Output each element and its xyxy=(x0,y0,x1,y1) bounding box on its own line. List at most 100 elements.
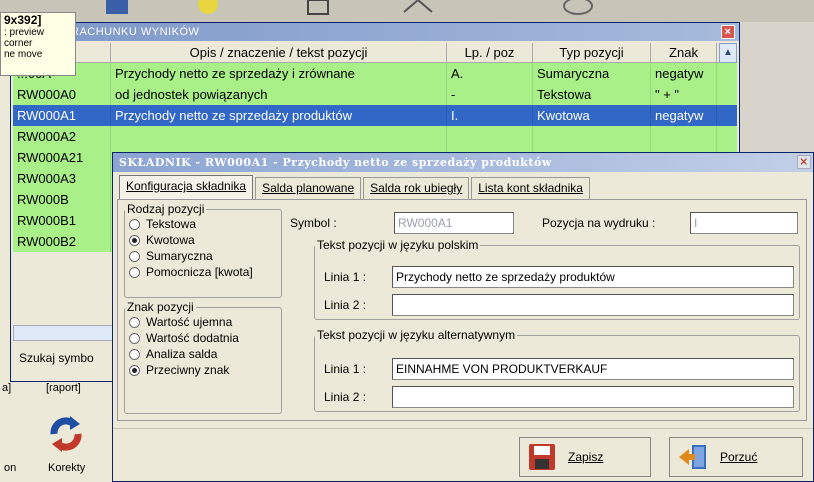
column-header[interactable]: Typ pozycji xyxy=(533,43,651,63)
radio-button-icon[interactable] xyxy=(129,234,140,246)
korekty-label[interactable]: Korekty xyxy=(48,462,85,474)
cell-znak: negatyw xyxy=(651,105,717,126)
tab-konfiguracja[interactable]: Konfiguracja składnika xyxy=(119,175,254,199)
tab-salda-planowane[interactable]: Salda planowane xyxy=(255,177,362,199)
cell-lp: A. xyxy=(447,63,533,84)
radio-pomocnicza-kwota-[interactable]: Pomocnicza [kwota] xyxy=(129,264,281,280)
dialog-titlebar[interactable]: SKŁADNIK - RW000A1 - Przychody netto ze … xyxy=(113,153,813,172)
horizontal-scrollbar[interactable] xyxy=(13,325,113,341)
grid-header: BOL Opis / znaczenie / tekst pozycji Lp.… xyxy=(13,43,737,63)
znak-group: Znak pozycji Wartość ujemna Wartość dodat… xyxy=(124,300,282,414)
table-row[interactable]: RW000A2 xyxy=(13,126,737,147)
cell-typ: Kwotowa xyxy=(533,105,651,126)
alt-legend: Tekst pozycji w języku alternatywnym xyxy=(317,328,516,342)
tab-lista-kont[interactable]: Lista kont składnika xyxy=(471,177,590,199)
linia1-label: Linia 1 : xyxy=(324,270,367,284)
cell-znak xyxy=(651,126,717,147)
radio-label: Analiza salda xyxy=(146,347,218,361)
radio-button-icon[interactable] xyxy=(129,266,140,278)
cell-znak: negatyw xyxy=(651,63,717,84)
raport-label[interactable]: [raport] xyxy=(46,382,81,394)
cell-symbol: RW000A3 xyxy=(13,168,111,189)
toolbar-icon[interactable] xyxy=(560,0,596,20)
polish-line1-input[interactable]: Przychody netto ze sprzedaży produktów xyxy=(392,266,794,288)
table-row[interactable]: RW000A0 od jednostek powiązanych - Tekstowa… xyxy=(13,84,737,105)
side-label: a] xyxy=(2,382,12,394)
radio-tekstowa[interactable]: Tekstowa xyxy=(129,216,281,232)
floppy-icon xyxy=(529,444,555,470)
pozycja-label: Pozycja na wydruku : xyxy=(542,216,656,230)
close-icon[interactable]: × xyxy=(797,155,811,169)
side-label: on xyxy=(4,462,17,474)
toolbar-icon[interactable] xyxy=(100,0,136,20)
cancel-label: Porzuć xyxy=(720,450,758,464)
refresh-icon[interactable] xyxy=(44,412,88,456)
radio-warto-ujemna[interactable]: Wartość ujemna xyxy=(129,314,281,330)
table-row[interactable]: RW000A1 Przychody netto ze sprzedaży prod… xyxy=(13,105,737,126)
radio-kwotowa[interactable]: Kwotowa xyxy=(129,232,281,248)
radio-label: Tekstowa xyxy=(146,217,197,231)
radio-button-icon[interactable] xyxy=(129,332,140,344)
symbol-label: Symbol : xyxy=(290,216,337,230)
radio-label: Przeciwny znak xyxy=(146,363,230,377)
cell-symbol: RW000A21 xyxy=(13,147,111,168)
radio-button-icon[interactable] xyxy=(129,218,140,230)
linia2-label: Linia 2 : xyxy=(324,390,367,404)
cell-opis: Przychody netto ze sprzedaży produktów xyxy=(111,105,447,126)
background-toolbar xyxy=(0,0,814,22)
pozycja-field[interactable]: I xyxy=(690,212,798,234)
radio-analiza-salda[interactable]: Analiza salda xyxy=(129,346,281,362)
symbol-field: RW000A1 xyxy=(394,212,514,234)
results-title: RACHUNKU WYNIKÓW xyxy=(71,26,200,38)
cell-symbol: RW000A0 xyxy=(13,84,111,105)
radio-label: Sumaryczna xyxy=(146,249,213,263)
preview-hint: 9x392] : preview corner ne move xyxy=(0,12,76,76)
alt-line2-input[interactable] xyxy=(392,386,794,408)
radio-sumaryczna[interactable]: Sumaryczna xyxy=(129,248,281,264)
hint-title: 9x392] xyxy=(4,13,42,27)
radio-button-icon[interactable] xyxy=(129,348,140,360)
znak-legend: Znak pozycji xyxy=(127,300,194,314)
rodzaj-legend: Rodzaj pozycji xyxy=(127,202,205,216)
divider xyxy=(113,428,813,429)
scroll-up-icon[interactable]: ▲ xyxy=(719,43,737,63)
cell-opis: od jednostek powiązanych xyxy=(111,84,447,105)
radio-przeciwny-znak[interactable]: Przeciwny znak xyxy=(129,362,281,378)
cell-symbol: RW000B1 xyxy=(13,210,111,231)
radio-button-icon[interactable] xyxy=(129,364,140,376)
toolbar-icon[interactable] xyxy=(300,0,336,20)
cell-lp xyxy=(447,126,533,147)
hint-line: ne move xyxy=(4,49,43,60)
toolbar-icon[interactable] xyxy=(190,0,226,20)
hint-line: : preview xyxy=(4,27,45,38)
component-dialog: SKŁADNIK - RW000A1 - Przychody netto ze … xyxy=(112,152,814,482)
cancel-button[interactable]: Porzuć xyxy=(669,437,803,477)
radio-label: Wartość dodatnia xyxy=(146,331,239,345)
column-header[interactable]: Opis / znaczenie / tekst pozycji xyxy=(111,43,447,63)
cell-symbol: RW000A1 xyxy=(13,105,111,126)
rodzaj-group: Rodzaj pozycji Tekstowa Kwotowa Sumaryczna… xyxy=(124,202,282,298)
alt-line1-input[interactable]: EINNAHME VON PRODUKTVERKAUF xyxy=(392,358,794,380)
column-header[interactable]: Znak xyxy=(651,43,717,63)
cell-symbol: RW000B xyxy=(13,189,111,210)
table-row[interactable]: ...00APrzychody netto ze sprzedaży i zró… xyxy=(13,63,737,84)
tab-bar: Konfiguracja składnika Salda planowane S… xyxy=(119,175,592,199)
radio-warto-dodatnia[interactable]: Wartość dodatnia xyxy=(129,330,281,346)
radio-label: Wartość ujemna xyxy=(146,315,233,329)
tab-salda-rok-ubiegly[interactable]: Salda rok ubiegły xyxy=(363,177,470,199)
radio-button-icon[interactable] xyxy=(129,316,140,328)
column-header[interactable]: Lp. / poz xyxy=(447,43,533,63)
cell-lp: - xyxy=(447,84,533,105)
results-titlebar[interactable]: RACHUNKU WYNIKÓW × xyxy=(11,23,739,41)
cell-opis xyxy=(111,126,447,147)
polish-legend: Tekst pozycji w języku polskim xyxy=(317,238,479,252)
config-panel: Rodzaj pozycji Tekstowa Kwotowa Sumaryczna… xyxy=(117,199,807,421)
search-label: Szukaj symbo xyxy=(19,351,94,365)
close-icon[interactable]: × xyxy=(721,25,735,39)
save-button[interactable]: Zapisz xyxy=(519,437,651,477)
linia1-label: Linia 1 : xyxy=(324,362,367,376)
radio-button-icon[interactable] xyxy=(129,250,140,262)
toolbar-icon[interactable] xyxy=(400,0,436,20)
cell-typ: Tekstowa xyxy=(533,84,651,105)
polish-line2-input[interactable] xyxy=(392,294,794,316)
